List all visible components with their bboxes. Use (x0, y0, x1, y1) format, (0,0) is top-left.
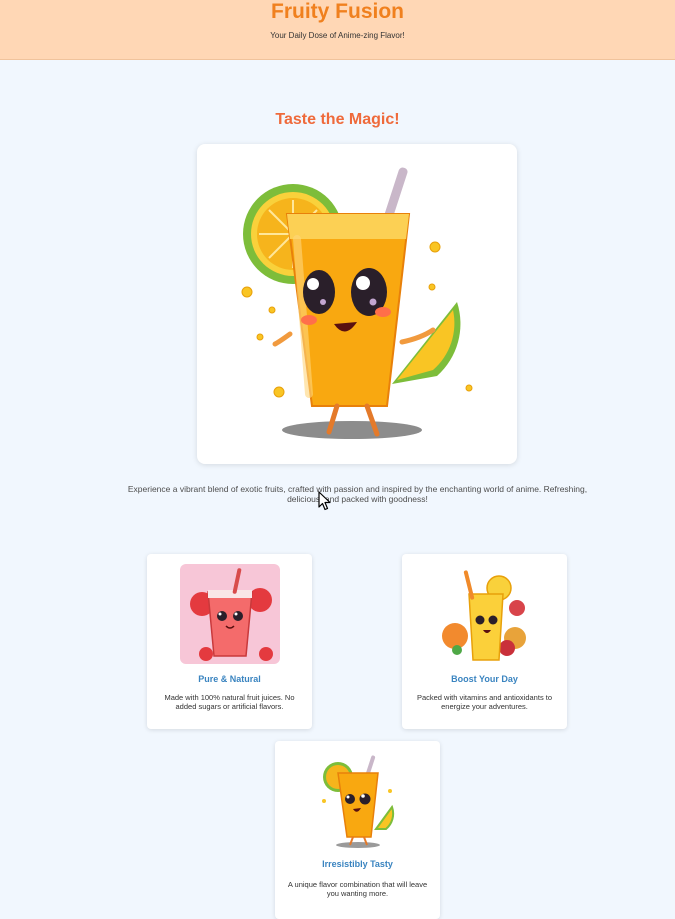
feature-card-irresistibly-tasty: Irresistibly Tasty A unique flavor combi… (275, 741, 440, 919)
hero-image-card (197, 144, 517, 464)
feature-card-pure-natural: Pure & Natural Made with 100% natural fr… (147, 554, 312, 729)
brand-title[interactable]: Fruity Fusion (0, 0, 675, 24)
citrus-drink-icon (435, 564, 535, 664)
hero-description: Experience a vibrant blend of exotic fru… (127, 484, 588, 504)
feature-title: Irresistibly Tasty (322, 859, 393, 869)
tagline: Your Daily Dose of Anime-zing Flavor! (270, 31, 405, 40)
feature-description: Made with 100% natural fruit juices. No … (164, 693, 295, 711)
feature-title: Boost Your Day (451, 674, 518, 684)
site-header: Fruity Fusion Your Daily Dose of Anime-z… (0, 0, 675, 60)
anime-juice-mascot-icon (241, 167, 473, 439)
hero-title: Taste the Magic! (275, 111, 400, 128)
mouse-cursor-icon (318, 491, 331, 511)
feature-description: Packed with vitamins and antioxidants to… (416, 693, 553, 711)
strawberry-drink-icon (180, 564, 280, 664)
orange-drink-icon (308, 751, 408, 851)
feature-title: Pure & Natural (198, 674, 261, 684)
feature-card-boost-your-day: Boost Your Day Packed with vitamins and … (402, 554, 567, 729)
feature-description: A unique flavor combination that will le… (287, 880, 428, 898)
